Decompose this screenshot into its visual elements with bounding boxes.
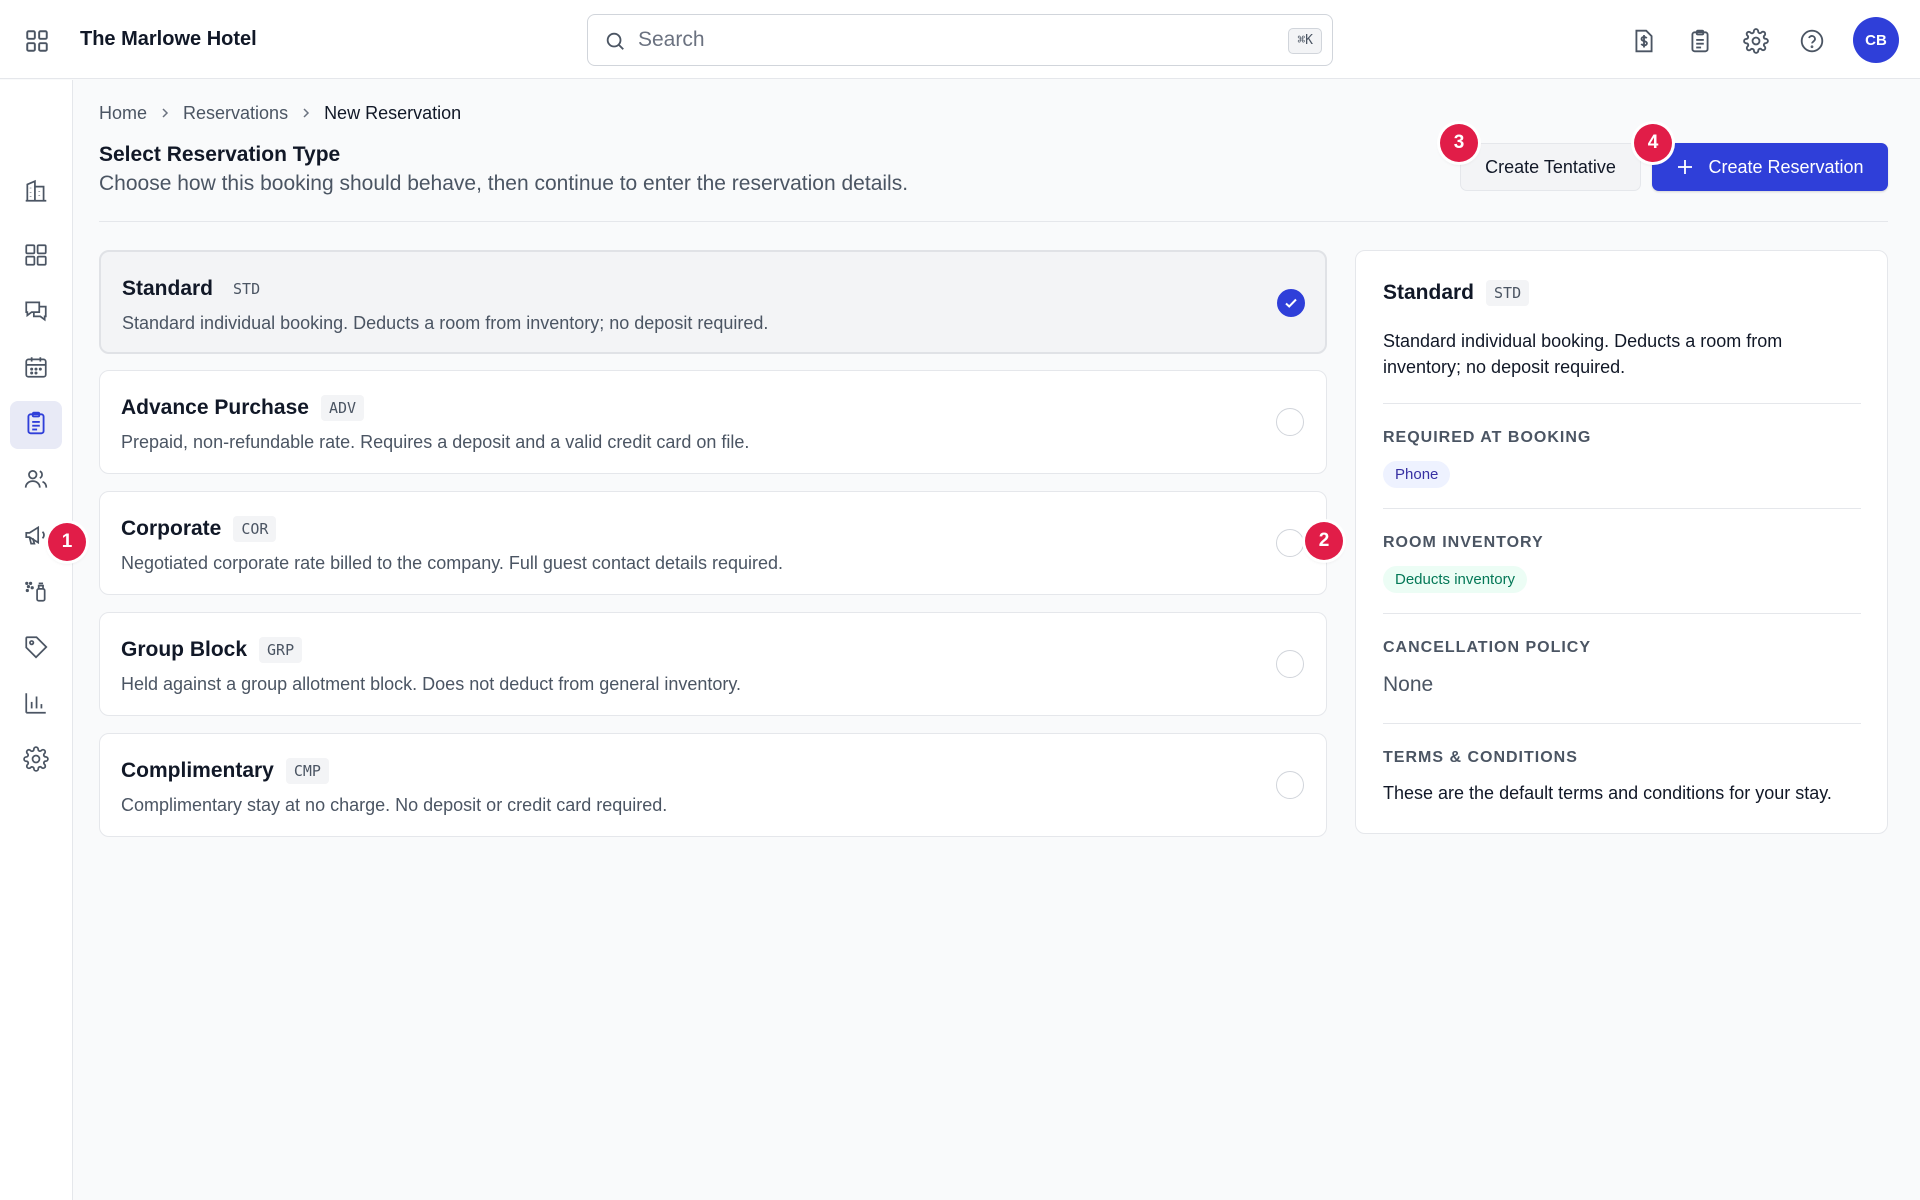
sidebar-item-dashboard[interactable]: [10, 233, 62, 281]
check-icon: [1283, 295, 1299, 311]
room-inventory-label: ROOM INVENTORY: [1383, 534, 1544, 551]
reservation-type-complimentary[interactable]: Complimentary CMP Complimentary stay at …: [99, 733, 1327, 837]
step-marker-3: 3: [1440, 124, 1478, 162]
type-name: Complimentary: [121, 759, 274, 782]
apps-grid-icon[interactable]: [22, 26, 52, 56]
create-tentative-button[interactable]: Create Tentative: [1460, 143, 1641, 191]
type-code: COR: [233, 516, 277, 542]
type-description: Standard individual booking. Deducts a r…: [122, 313, 769, 333]
plus-icon: [1676, 158, 1694, 176]
type-name: Corporate: [121, 517, 222, 540]
type-code: GRP: [259, 637, 303, 663]
megaphone-icon: [23, 522, 49, 553]
tag-icon: [23, 634, 49, 665]
guests-icon: [23, 466, 49, 497]
sidebar-item-calendar[interactable]: [10, 345, 62, 393]
type-code: CMP: [285, 758, 329, 784]
reservation-type-advance-purchase[interactable]: Advance Purchase ADV Prepaid, non-refund…: [99, 370, 1327, 474]
type-description: Complimentary stay at no charge. No depo…: [121, 795, 668, 815]
cancellation-policy-value: None: [1383, 673, 1434, 696]
page-subtitle: Choose how this booking should behave, t…: [99, 172, 909, 195]
inventory-badge: Deducts inventory: [1383, 566, 1528, 593]
breadcrumb-reservations[interactable]: Reservations: [183, 103, 288, 124]
required-badge: Phone: [1383, 461, 1451, 488]
top-bar: The Marlowe Hotel ⌘K CB: [0, 0, 1920, 79]
breadcrumb-current: New Reservation: [324, 102, 462, 123]
detail-type-name: Standard: [1383, 281, 1475, 304]
sidebar-item-messages[interactable]: [10, 289, 62, 337]
settings-icon: [23, 745, 49, 777]
type-name: Standard: [122, 277, 214, 300]
search-icon: [604, 30, 626, 57]
reservation-type-corporate[interactable]: Corporate COR Negotiated corporate rate …: [99, 491, 1327, 595]
building-icon: [23, 178, 49, 209]
type-description: Negotiated corporate rate billed to the …: [121, 553, 784, 573]
reservation-type-standard[interactable]: Standard STD Standard individual booking…: [99, 250, 1327, 354]
header-divider: [99, 221, 1888, 222]
type-code: ADV: [320, 395, 365, 421]
reservations-icon: [23, 410, 49, 441]
step-marker-2: 2: [1305, 522, 1343, 560]
required-at-booking-label: REQUIRED AT BOOKING: [1383, 429, 1592, 446]
radio-unselected[interactable]: [1276, 529, 1304, 557]
user-avatar[interactable]: CB: [1853, 17, 1899, 63]
breadcrumb: Home Reservations New Reservation: [99, 101, 461, 125]
sidebar-item-settings[interactable]: [10, 737, 62, 785]
create-reservation-label: Create Reservation: [1708, 156, 1864, 177]
radio-unselected[interactable]: [1276, 408, 1304, 436]
sidebar-item-property[interactable]: [10, 169, 62, 217]
sidebar: [0, 80, 73, 1200]
page-title: Select Reservation Type: [99, 143, 341, 166]
search-input[interactable]: [638, 25, 1238, 55]
step-marker-4: 4: [1634, 124, 1672, 162]
messages-icon: [23, 298, 49, 329]
breadcrumb-home[interactable]: Home: [99, 103, 147, 124]
reservation-type-group-block[interactable]: Group Block GRP Held against a group all…: [99, 612, 1327, 716]
sidebar-item-rates[interactable]: [10, 625, 62, 673]
type-code: STD: [233, 280, 261, 298]
dashboard-icon: [23, 242, 49, 273]
type-description: Prepaid, non-refundable rate. Requires a…: [121, 432, 750, 452]
type-name: Advance Purchase: [121, 396, 309, 419]
type-description: Held against a group allotment block. Do…: [121, 674, 742, 694]
create-reservation-button[interactable]: Create Reservation: [1652, 143, 1888, 191]
calendar-icon: [23, 354, 49, 385]
detail-divider: [1383, 723, 1861, 724]
search-bar[interactable]: ⌘K: [587, 14, 1333, 66]
step-marker-1: 1: [48, 523, 86, 561]
gear-icon[interactable]: [1739, 24, 1773, 58]
billing-icon[interactable]: [1627, 24, 1661, 58]
chevron-right-icon: [300, 107, 312, 119]
clipboard-icon[interactable]: [1683, 24, 1717, 58]
sidebar-item-housekeeping[interactable]: [10, 569, 62, 617]
radio-selected[interactable]: [1277, 289, 1305, 317]
detail-divider: [1383, 403, 1861, 404]
cancellation-policy-label: CANCELLATION POLICY: [1383, 639, 1592, 656]
sidebar-item-reservations[interactable]: [10, 401, 62, 449]
radio-unselected[interactable]: [1276, 771, 1304, 799]
detail-description: Standard individual booking. Deducts a r…: [1383, 331, 1783, 377]
hotel-name: The Marlowe Hotel: [80, 28, 257, 50]
type-detail-panel: Standard STD Standard individual booking…: [1355, 250, 1888, 834]
sidebar-item-guests[interactable]: [10, 457, 62, 505]
terms-label: TERMS & CONDITIONS: [1383, 749, 1578, 766]
sidebar-item-reports[interactable]: [10, 681, 62, 729]
detail-divider: [1383, 508, 1861, 509]
terms-text: These are the default terms and conditio…: [1383, 783, 1832, 803]
detail-divider: [1383, 613, 1861, 614]
search-shortcut-badge: ⌘K: [1288, 28, 1322, 54]
reports-icon: [23, 690, 49, 721]
help-icon[interactable]: [1795, 24, 1829, 58]
housekeeping-icon: [23, 578, 49, 609]
radio-unselected[interactable]: [1276, 650, 1304, 678]
detail-type-code: STD: [1486, 280, 1530, 306]
chevron-right-icon: [159, 107, 171, 119]
type-name: Group Block: [121, 638, 248, 661]
